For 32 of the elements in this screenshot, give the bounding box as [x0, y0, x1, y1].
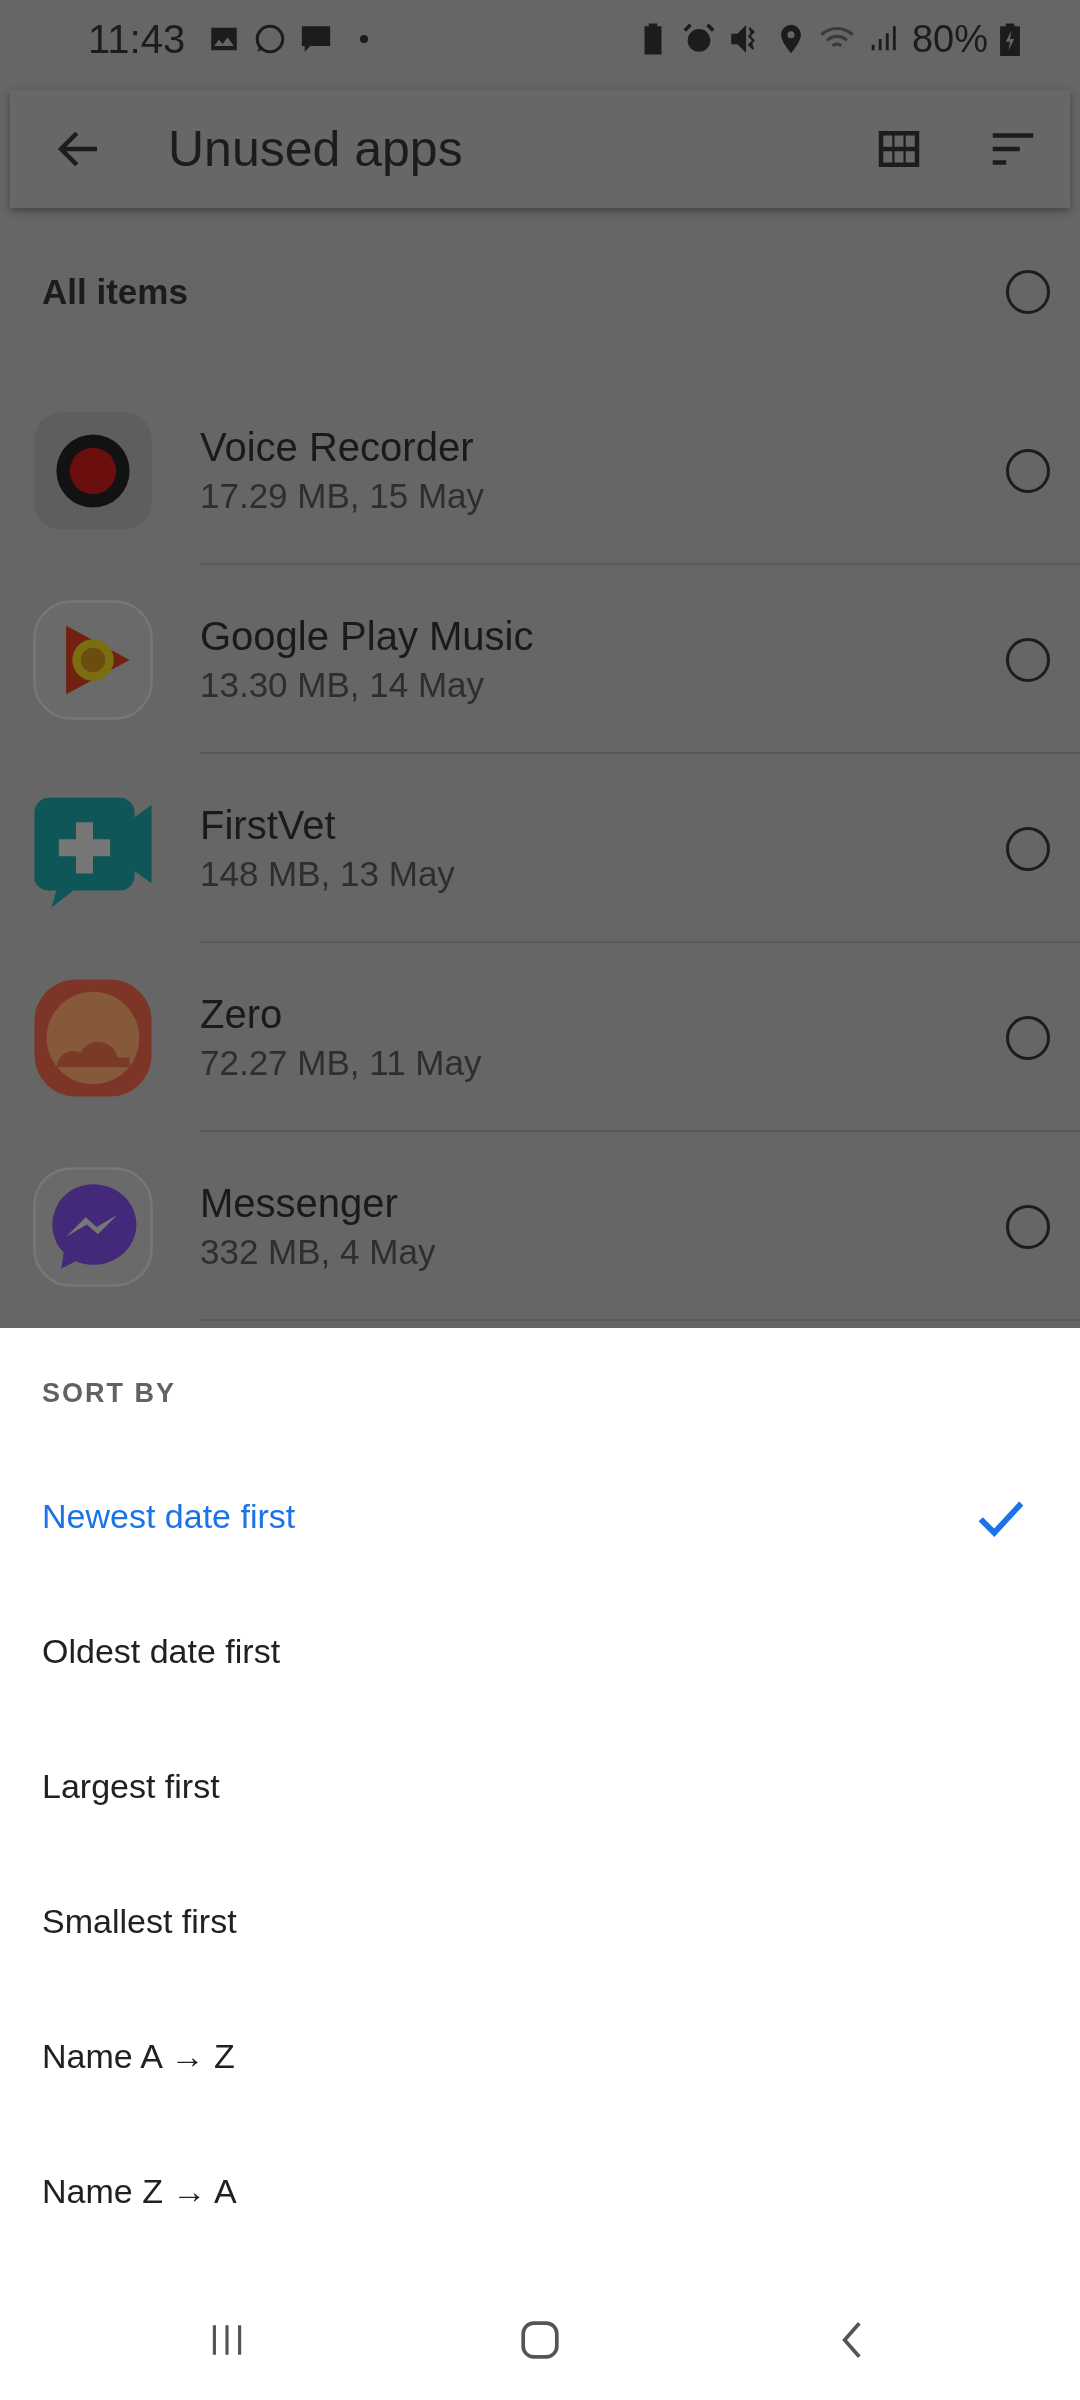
- app-size-date: 148 MB, 13 May: [200, 854, 456, 894]
- radio-button[interactable]: [1006, 1015, 1050, 1060]
- status-time: 11:43: [88, 16, 186, 62]
- sheet-title: SORT BY: [41, 1377, 177, 1410]
- app-name: Voice Recorder: [200, 425, 475, 470]
- home-icon[interactable]: [519, 2319, 561, 2361]
- sort-option[interactable]: Name Z → A: [0, 2124, 1080, 2259]
- radio-button[interactable]: [1006, 637, 1050, 682]
- radio-button[interactable]: [1006, 826, 1050, 871]
- app-name: FirstVet: [200, 803, 337, 848]
- app-name: Zero: [200, 992, 284, 1037]
- sort-option[interactable]: Newest date first: [0, 1449, 1080, 1584]
- app-size-date: 332 MB, 4 May: [200, 1232, 437, 1272]
- app-size-date: 13.30 MB, 14 May: [200, 665, 486, 705]
- dot-icon: [359, 34, 370, 44]
- sort-option[interactable]: Smallest first: [0, 1854, 1080, 1989]
- radio-button[interactable]: [1006, 448, 1050, 493]
- battery-percent: 80%: [911, 17, 988, 61]
- all-items-label: All items: [42, 272, 188, 312]
- app-name: Google Play Music: [200, 614, 535, 659]
- sort-option[interactable]: Name A → Z: [0, 1989, 1080, 2124]
- app-name: Messenger: [200, 1181, 399, 1226]
- radio-button[interactable]: [1006, 1204, 1050, 1249]
- battery-charging-icon: [1000, 22, 1020, 56]
- radio-button[interactable]: [1006, 270, 1050, 314]
- messenger-app-icon: [32, 1165, 154, 1288]
- sort-option[interactable]: Oldest date first: [0, 1584, 1080, 1719]
- app-size-date: 17.29 MB, 15 May: [200, 476, 486, 516]
- play-music-app-icon: [32, 598, 154, 721]
- sort-option[interactable]: Largest first: [0, 1719, 1080, 1854]
- app-size-date: 72.27 MB, 11 May: [200, 1043, 483, 1083]
- screen-title: Unused apps: [168, 120, 464, 178]
